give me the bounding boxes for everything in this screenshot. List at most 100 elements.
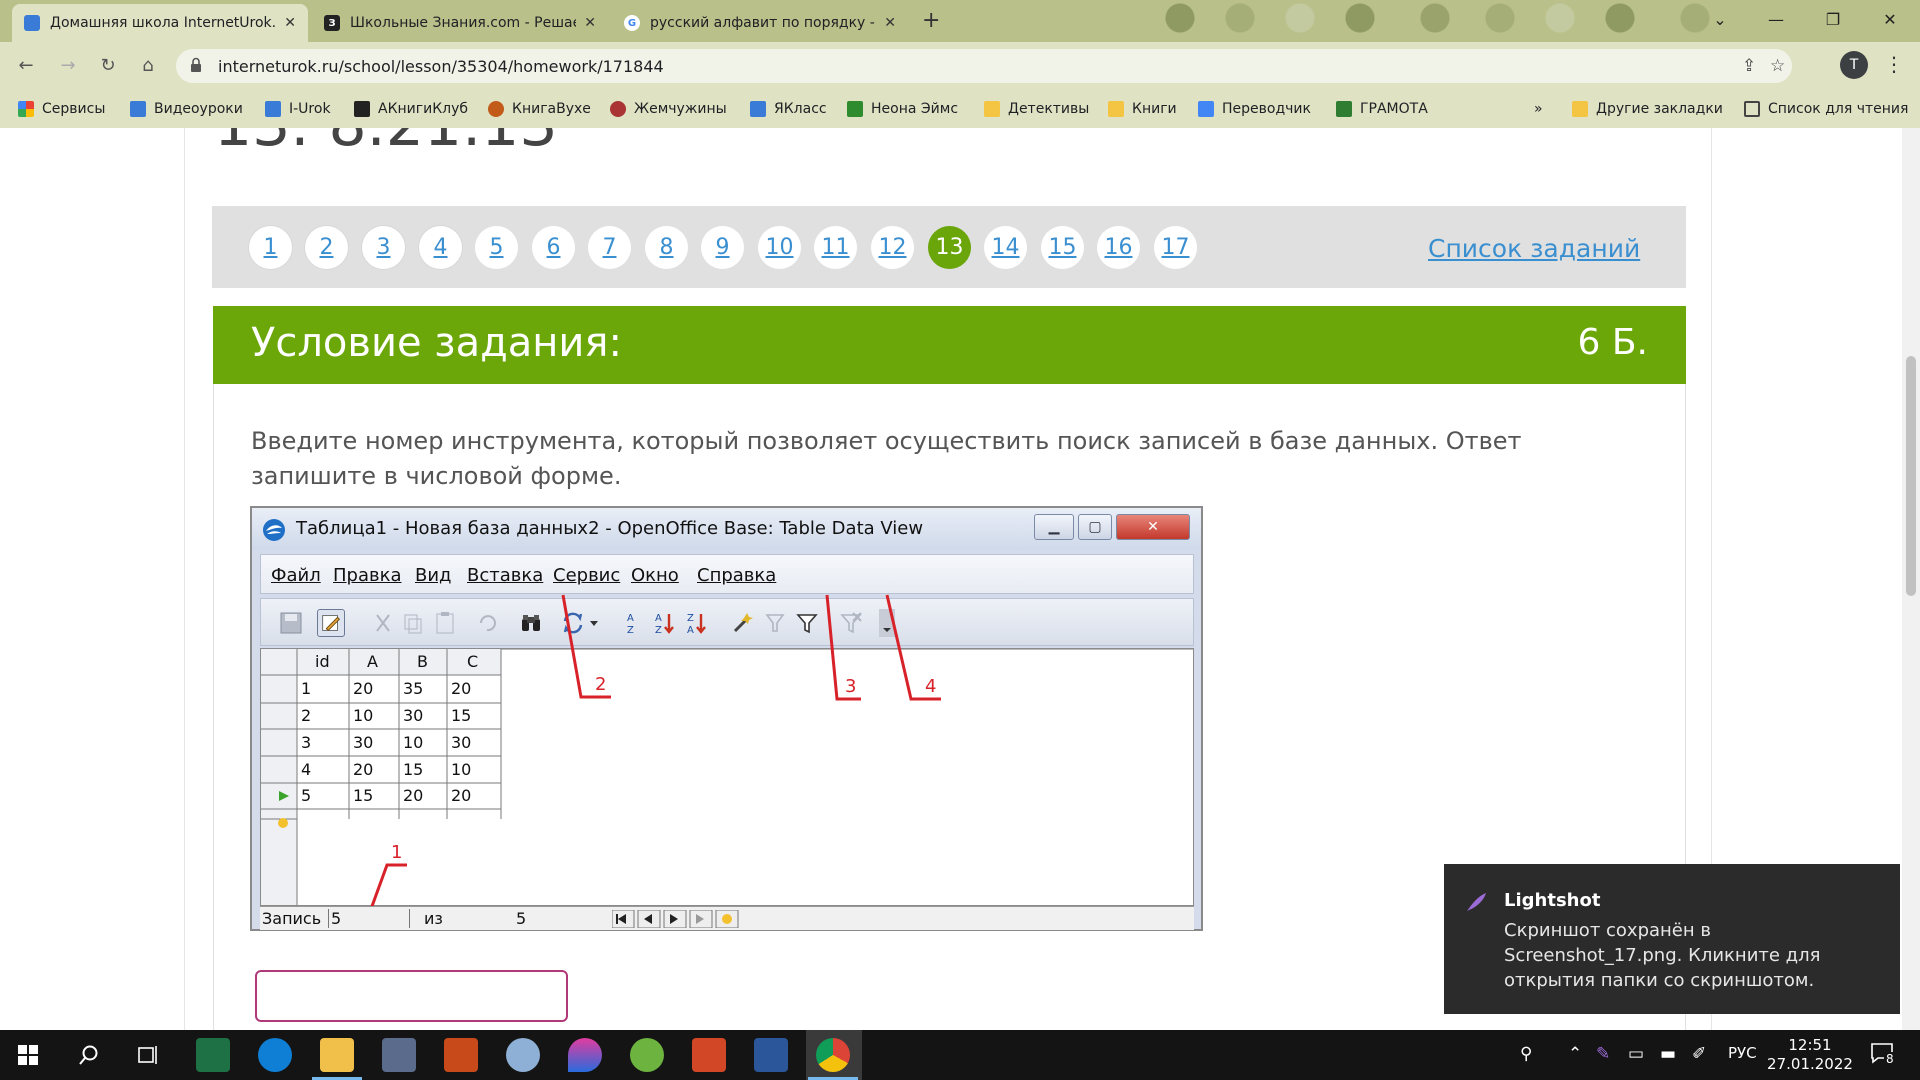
chrome-app-icon[interactable] [808, 1038, 858, 1080]
close-tab-icon[interactable]: ✕ [884, 15, 896, 31]
language-indicator[interactable]: РУС [1728, 1044, 1757, 1062]
back-button[interactable]: ← [12, 52, 40, 80]
close-window-button[interactable]: ✕ [1870, 6, 1910, 34]
minimize-button[interactable]: — [1756, 6, 1796, 34]
bookmark-label: ГРАМОТА [1360, 101, 1428, 117]
pager-item[interactable]: 6 [532, 226, 575, 269]
pager-item[interactable]: 7 [588, 226, 631, 269]
callout-label: 4 [925, 676, 937, 697]
people-icon[interactable]: ⚲ [1520, 1044, 1532, 1064]
bookmark-gramota[interactable]: ГРАМОТА [1336, 90, 1428, 128]
toast-app-name: Lightshot [1504, 890, 1601, 911]
bookmark-knigi[interactable]: Книги [1108, 90, 1177, 128]
bookmark-label: Неона Эймс [871, 101, 959, 117]
question-text: Введите номер инструмента, который позво… [251, 427, 1522, 490]
scroll-thumb[interactable] [1906, 356, 1916, 596]
pager-item[interactable]: 9 [701, 226, 744, 269]
i-urok-icon [265, 101, 281, 117]
powerpoint-app-icon[interactable] [692, 1038, 726, 1072]
close-tab-icon[interactable]: ✕ [584, 15, 596, 31]
share-icon[interactable]: ⇪ [1742, 56, 1756, 76]
close-tab-icon[interactable]: ✕ [284, 15, 296, 31]
pager-item[interactable]: 8 [645, 226, 688, 269]
pager-item[interactable]: 14 [984, 226, 1027, 269]
network-icon[interactable]: ▭ [1628, 1044, 1644, 1064]
pager-item[interactable]: 2 [305, 226, 348, 269]
answer-input[interactable] [255, 970, 568, 1022]
address-bar[interactable]: interneturok.ru/school/lesson/35304/home… [176, 49, 1792, 83]
pager-item[interactable]: 12 [871, 226, 914, 269]
tab-znania[interactable]: З Школьные Знания.com - Решае ✕ [312, 4, 608, 42]
points-label: 6 Б. [1577, 322, 1649, 363]
pager-item[interactable]: 3 [362, 226, 405, 269]
pager-item[interactable]: 16 [1097, 226, 1140, 269]
bookmark-star-icon[interactable]: ☆ [1770, 56, 1785, 76]
pager-item[interactable]: 15 [1041, 226, 1084, 269]
interneturok-favicon-icon [24, 15, 40, 31]
tab-google[interactable]: G русский алфавит по порядку - Г ✕ [612, 4, 908, 42]
bookmark-yaklass[interactable]: ЯКласс [750, 90, 827, 128]
clock[interactable]: 12:51 27.01.2022 [1764, 1036, 1856, 1074]
lightshot-tray-icon[interactable]: ✎ [1596, 1044, 1610, 1064]
forward-button[interactable]: → [54, 52, 82, 80]
bookmark-other[interactable]: Другие закладки [1572, 90, 1723, 128]
word-app-icon[interactable] [754, 1038, 788, 1072]
tab-title: русский алфавит по порядку - Г [650, 15, 877, 31]
bookmark-services[interactable]: Сервисы [18, 90, 105, 128]
tab-search-button[interactable]: ⌄ [1700, 6, 1740, 34]
search-icon[interactable] [78, 1044, 100, 1066]
lightshot-feather-icon [1467, 893, 1486, 911]
yaklass-icon [750, 101, 766, 117]
profile-avatar[interactable]: T [1840, 51, 1868, 79]
task-view-icon[interactable] [137, 1044, 159, 1066]
bookmark-knigavuhe[interactable]: КнигаВухе [488, 90, 591, 128]
paint-app-icon[interactable] [506, 1038, 540, 1072]
bookmark-videouroki[interactable]: Видеоуроки [130, 90, 243, 128]
bookmark-perevodchik[interactable]: Переводчик [1198, 90, 1311, 128]
bookmarks-more-button[interactable]: » [1534, 90, 1543, 128]
callout-label: 2 [595, 674, 607, 695]
lesson-title: 13. 8.21.13 [214, 128, 558, 160]
gramota-icon [1336, 101, 1352, 117]
bookmark-aknigiklub[interactable]: АКнигиКлуб [354, 90, 468, 128]
reading-list-button[interactable]: Список для чтения [1744, 90, 1908, 128]
new-tab-button[interactable]: + [922, 8, 940, 33]
pager-item-current[interactable]: 13 [928, 226, 971, 269]
lock-icon [191, 57, 201, 72]
red-app-icon[interactable] [444, 1038, 478, 1072]
pager-item[interactable]: 4 [419, 226, 462, 269]
pen-icon[interactable]: ✐ [1692, 1044, 1706, 1064]
show-hidden-icons-button[interactable]: ⌃ [1568, 1044, 1582, 1064]
condition-title: Условие задания: [251, 320, 622, 366]
drop-app-icon[interactable] [568, 1038, 602, 1072]
tab-title: Школьные Знания.com - Решае [350, 15, 577, 31]
bookmark-i-urok[interactable]: I-Urok [265, 90, 331, 128]
edge-app-icon[interactable] [258, 1038, 292, 1072]
tab-interneturok[interactable]: Домашняя школа InternetUrok.r ✕ [12, 4, 308, 42]
restore-button[interactable]: ❐ [1813, 6, 1853, 34]
bookmark-zhemchuzhiny[interactable]: Жемчужины [610, 90, 727, 128]
task-list-link[interactable]: Список заданий [1428, 234, 1640, 263]
page-scrollbar[interactable] [1902, 128, 1920, 1030]
browser-menu-icon[interactable]: ⋮ [1884, 52, 1904, 76]
bookmark-detektivy[interactable]: Детективы [984, 90, 1089, 128]
calculator-app-icon[interactable] [382, 1038, 416, 1072]
home-button[interactable]: ⌂ [134, 52, 162, 80]
battery-icon[interactable]: ▬ [1660, 1044, 1676, 1064]
lightshot-notification[interactable]: Lightshot Скриншот сохранён в Screenshot… [1444, 864, 1900, 1014]
file-explorer-icon[interactable] [312, 1038, 362, 1080]
reload-button[interactable]: ↻ [94, 52, 122, 80]
pager-item[interactable]: 5 [475, 226, 518, 269]
pager-item[interactable]: 1 [249, 226, 292, 269]
pager-item[interactable]: 17 [1154, 226, 1197, 269]
record-nav-buttons-icon [612, 910, 739, 928]
green-app-icon[interactable] [630, 1038, 664, 1072]
notification-center-button[interactable]: 8 [1870, 1042, 1900, 1068]
windows-start-icon[interactable] [18, 1045, 38, 1065]
pager-item[interactable]: 11 [814, 226, 857, 269]
bookmark-label: Жемчужины [634, 101, 727, 117]
pager-item[interactable]: 10 [758, 226, 801, 269]
excel-app-icon[interactable] [196, 1038, 230, 1072]
bookmark-neona-eyms[interactable]: Неона Эймс [847, 90, 958, 128]
clock-time: 12:51 [1788, 1036, 1832, 1054]
